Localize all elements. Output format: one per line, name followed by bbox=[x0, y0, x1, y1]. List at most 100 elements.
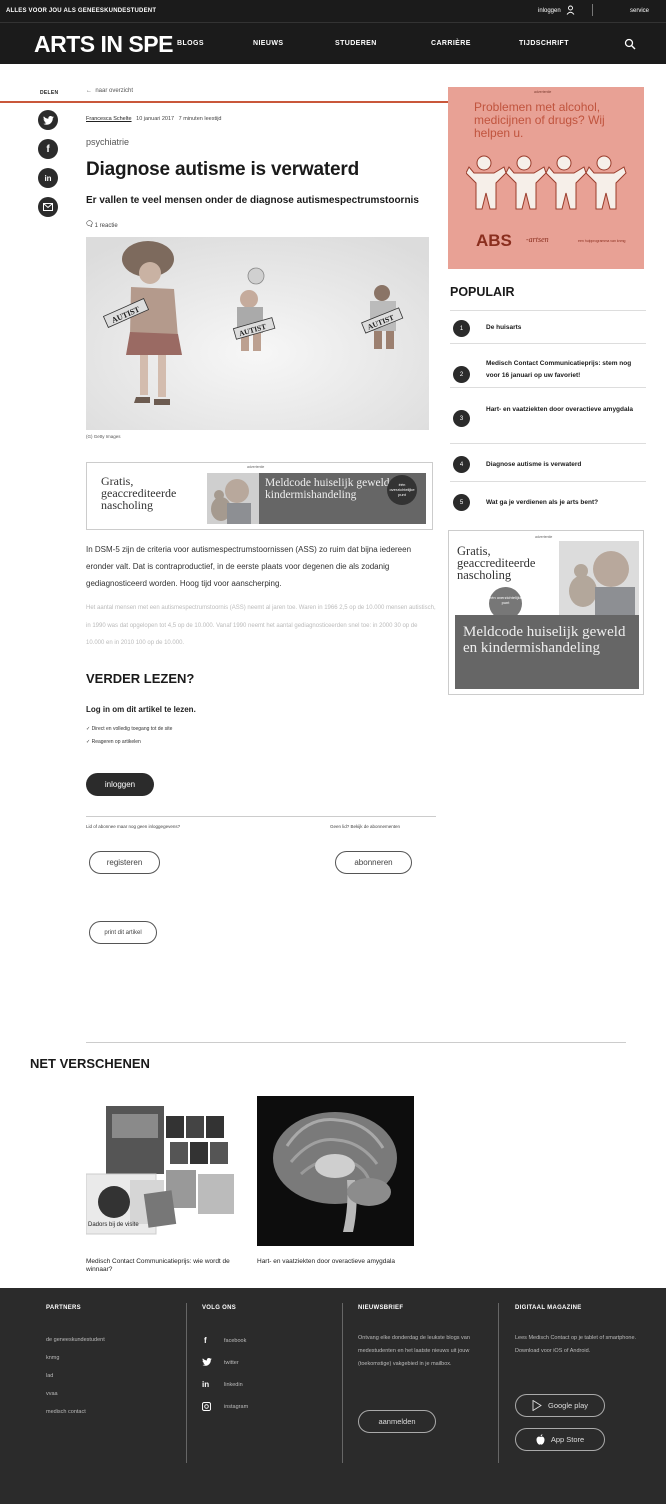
ad-brand: ABS bbox=[476, 231, 512, 250]
service-link[interactable]: service bbox=[630, 8, 649, 14]
read-time: 7 minuten leestijd bbox=[178, 116, 222, 122]
nav-item-studeren[interactable]: STUDEREN bbox=[335, 40, 377, 47]
article-faded-body: Het aantal mensen met een autismespectru… bbox=[86, 605, 436, 646]
publication-caption-1[interactable]: Medisch Contact Communicatieprijs: wie w… bbox=[86, 1258, 256, 1274]
twitter-icon[interactable] bbox=[38, 110, 58, 130]
comment-icon bbox=[86, 220, 93, 228]
footer-partner-link[interactable]: medisch contact bbox=[46, 1409, 86, 1415]
nav-item-carriere[interactable]: CARRIÈRE bbox=[431, 40, 471, 47]
footer-separator bbox=[342, 1303, 343, 1463]
popular-item[interactable]: 1 De huisarts bbox=[450, 310, 646, 343]
search-icon[interactable] bbox=[624, 37, 638, 51]
footer-partner-link[interactable]: vvaa bbox=[46, 1391, 58, 1397]
ad-child-image bbox=[559, 541, 639, 616]
footer-twitter-link[interactable]: twitter bbox=[224, 1360, 239, 1366]
instagram-icon[interactable] bbox=[201, 1401, 212, 1413]
popular-rank: 4 bbox=[453, 456, 470, 473]
app-store-label[interactable]: App Store bbox=[551, 1435, 584, 1444]
article-subtitle: Er vallen te veel mensen onder de diagno… bbox=[86, 195, 419, 206]
footer-linkedin-link[interactable]: linkedin bbox=[224, 1382, 243, 1388]
ad-brand-tiny: een hulpprogramma van knmg bbox=[578, 239, 626, 243]
facebook-icon[interactable]: f bbox=[204, 1336, 207, 1345]
nav-item-tijdschrift[interactable]: TIJDSCHRIFT bbox=[519, 40, 569, 47]
inline-advertisement[interactable]: advertentie Gratis, geaccrediteerde nasc… bbox=[86, 462, 433, 530]
twitter-icon[interactable] bbox=[202, 1358, 212, 1368]
site-logo[interactable]: ARTS IN SPE bbox=[34, 31, 173, 58]
popular-item[interactable]: 3 Hart- en vaatziekten door overactieve … bbox=[450, 387, 646, 443]
ad-left-text: Gratis, geaccrediteerde nascholing bbox=[457, 544, 536, 582]
footer-magazine-title: DIGITAAL MAGAZINE bbox=[515, 1305, 582, 1311]
print-button[interactable]: print dit artikel bbox=[89, 921, 157, 944]
publication-image-1[interactable]: Dadors bij de visite bbox=[85, 1096, 246, 1246]
publication-image-2[interactable] bbox=[257, 1096, 414, 1246]
footer-partner-link[interactable]: lad bbox=[46, 1373, 53, 1379]
nav-item-blogs[interactable]: BLOGS bbox=[177, 40, 204, 47]
tagline: ALLES VOOR JOU ALS GENEESKUNDESTUDENT bbox=[6, 8, 157, 14]
popular-rank: 1 bbox=[453, 320, 470, 337]
footer-partner-link[interactable]: de geneeskundestudent bbox=[46, 1337, 105, 1343]
footer-partner-link[interactable]: knmg bbox=[46, 1355, 59, 1361]
footer-facebook-link[interactable]: facebook bbox=[224, 1338, 246, 1344]
benefit-item: ✓ Direct en volledig toegang tot de site bbox=[86, 726, 173, 732]
ad-badge: één overzichtelijke punt bbox=[387, 475, 417, 505]
top-bar: ALLES VOOR JOU ALS GENEESKUNDESTUDENT in… bbox=[0, 0, 666, 22]
popular-item-title[interactable]: Wat ga je verdienen als je arts bent? bbox=[486, 497, 646, 509]
google-play-label[interactable]: Google play bbox=[548, 1401, 588, 1410]
linkedin-icon[interactable]: in bbox=[202, 1380, 209, 1389]
reactions-link[interactable]: 1 reactie bbox=[86, 220, 118, 229]
facebook-icon[interactable]: f bbox=[38, 139, 58, 159]
ad-left-text: Gratis, geaccrediteerde nascholing bbox=[101, 474, 177, 512]
subscribe-button[interactable]: abonneren bbox=[335, 851, 412, 874]
image-caption: (G) Getty Images bbox=[86, 434, 121, 439]
nav-item-nieuws[interactable]: NIEUWS bbox=[253, 40, 283, 47]
footer-newsletter-text: Ontvang elke donderdag de leukste blogs … bbox=[358, 1335, 470, 1367]
apple-icon bbox=[536, 1434, 545, 1445]
article-date: 10 januari 2017 bbox=[136, 116, 175, 122]
sidebar-advertisement-2[interactable]: advertentie Gratis, geaccrediteerde nasc… bbox=[448, 530, 644, 695]
popular-item-title[interactable]: Medisch Contact Communicatieprijs: stem … bbox=[486, 358, 646, 382]
popular-item-title[interactable]: Diagnose autisme is verwaterd bbox=[486, 459, 646, 471]
popular-item-title[interactable]: Hart- en vaatziekten door overactieve am… bbox=[486, 404, 646, 416]
section-divider bbox=[86, 1042, 626, 1043]
google-play-button[interactable]: Google play bbox=[515, 1394, 605, 1417]
linkedin-icon[interactable]: in bbox=[38, 168, 58, 188]
topbar-separator bbox=[592, 4, 593, 16]
article-intro: In DSM-5 zijn de criteria voor autismesp… bbox=[86, 545, 412, 588]
ad-label: advertentie bbox=[247, 465, 265, 469]
email-icon[interactable] bbox=[38, 197, 58, 217]
footer-newsletter-title: NIEUWSBRIEF bbox=[358, 1305, 404, 1311]
popular-item-title[interactable]: De huisarts bbox=[486, 322, 646, 334]
ad-label: advertentie bbox=[534, 90, 552, 94]
member-note[interactable]: Lid of abonnee maar nog geen inloggegeve… bbox=[86, 824, 180, 829]
play-icon bbox=[532, 1400, 542, 1411]
login-button[interactable]: inloggen bbox=[86, 773, 154, 796]
app-store-button[interactable]: App Store bbox=[515, 1428, 605, 1451]
reactions-label[interactable]: 1 reactie bbox=[95, 223, 118, 229]
login-heading: Log in om dit artikel te lezen. bbox=[86, 705, 196, 714]
ad-message: Problemen met alcohol, medicijnen of dru… bbox=[474, 100, 605, 140]
read-more-title: VERDER LEZEN? bbox=[86, 671, 195, 686]
popular-rank: 5 bbox=[453, 494, 470, 511]
article-category[interactable]: psychiatrie bbox=[86, 137, 129, 147]
popular-rank: 3 bbox=[453, 410, 470, 427]
sidebar-advertisement[interactable]: advertentie Problemen met alcohol, medic… bbox=[448, 87, 644, 269]
register-button[interactable]: registeren bbox=[89, 851, 160, 874]
popular-item[interactable]: 2 Medisch Contact Communicatieprijs: ste… bbox=[450, 343, 646, 387]
back-link[interactable]: ← naar overzicht bbox=[86, 88, 133, 94]
share-label: DELEN bbox=[40, 90, 59, 96]
footer-instagram-link[interactable]: instagram bbox=[224, 1404, 248, 1410]
annotation-line bbox=[0, 101, 480, 103]
footer-separator bbox=[498, 1303, 499, 1463]
login-link[interactable]: inloggen bbox=[538, 8, 561, 14]
popular-item[interactable]: 4 Diagnose autisme is verwaterd bbox=[450, 443, 646, 481]
newsletter-signup-button[interactable]: aanmelden bbox=[358, 1410, 436, 1433]
back-link-label[interactable]: naar overzicht bbox=[95, 88, 133, 94]
article-meta: Francesca Schelte 10 januari 2017 7 minu… bbox=[86, 116, 221, 122]
popular-item[interactable]: 5 Wat ga je verdienen als je arts bent? bbox=[450, 481, 646, 519]
publication-caption-2[interactable]: Hart- en vaatziekten door overactieve am… bbox=[257, 1258, 417, 1266]
subscription-note[interactable]: Geen lid? Bekijk de abonnementen bbox=[330, 824, 400, 829]
benefit-item: ✓ Reageren op artikelen bbox=[86, 739, 141, 745]
author-link[interactable]: Francesca Schelte bbox=[86, 116, 132, 122]
footer-separator bbox=[186, 1303, 187, 1463]
user-icon[interactable] bbox=[566, 5, 575, 17]
